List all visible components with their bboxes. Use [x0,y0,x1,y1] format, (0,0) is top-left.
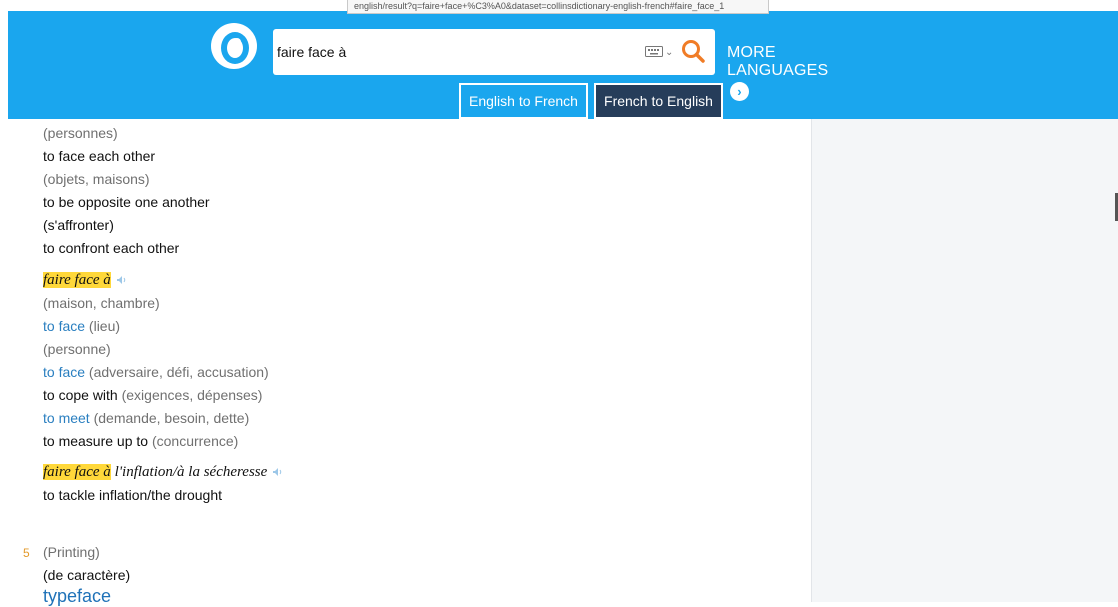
entry-note: (objets, maisons) [43,171,150,187]
sense-label: (Printing) [43,544,100,560]
translation-link[interactable]: to face [43,318,85,334]
entry-translation: to face each other [43,148,156,164]
phrase-highlight: faire face à [43,464,111,480]
speaker-icon[interactable] [116,276,127,284]
more-languages-link[interactable]: MORE LANGUAGES › [727,44,828,101]
entry-note: (adversaire, défi, accusation) [88,364,269,380]
keyboard-icon[interactable] [645,46,663,57]
entry-note: (exigences, dépenses) [121,387,263,403]
entry-note: (personnes) [43,125,118,141]
entry-row: to face (adversaire, défi, accusation) [43,364,269,380]
headword-link[interactable]: typeface [43,586,111,607]
entry-row: to face (lieu) [43,318,120,334]
entry-note: (lieu) [88,318,121,334]
tab-french-to-english[interactable]: French to English [594,83,723,119]
entry-translation: to confront each other [43,240,180,256]
search-box: ⌄ [273,29,715,75]
translation-link[interactable]: to face [43,364,85,380]
speaker-icon[interactable] [273,468,283,476]
entry-note: (s'affronter) [43,217,114,233]
phrase-heading: faire face à l'inflation/à la sécheresse [43,463,283,481]
entry-note: (demande, besoin, dette) [93,410,250,426]
phrase-text: l'inflation/à la sécheresse [114,464,268,480]
search-input[interactable] [277,41,617,63]
entry-row: to cope with (exigences, dépenses) [43,387,262,403]
phrase-highlight: faire face à [43,272,111,288]
phrase-heading: faire face à [43,271,127,289]
chevron-down-icon[interactable]: ⌄ [665,47,673,58]
search-icon[interactable] [680,38,706,64]
entry-translation: to tackle inflation/the drought [43,487,223,503]
entry-translation: to be opposite one another [43,194,210,210]
entry-note: (de caractère) [43,567,131,583]
entry-note: (concurrence) [151,433,239,449]
tab-english-to-french[interactable]: English to French [459,83,588,119]
right-sidebar [811,119,1118,602]
entry-note: (personne) [43,341,111,357]
sense-number: 5 [23,546,30,560]
entry-note: (maison, chambre) [43,295,160,311]
url-tooltip: english/result?q=faire+face+%C3%A0&datas… [347,0,769,14]
translation-link[interactable]: to meet [43,410,90,426]
more-languages-label[interactable]: MORE LANGUAGES [727,44,828,79]
entry-translation: to measure up to [43,433,149,449]
entry-translation: to cope with [43,387,118,403]
chevron-right-icon[interactable]: › [730,82,749,101]
logo-icon[interactable] [211,23,257,69]
entry-row: to measure up to (concurrence) [43,433,238,449]
entry-row: to meet (demande, besoin, dette) [43,410,249,426]
